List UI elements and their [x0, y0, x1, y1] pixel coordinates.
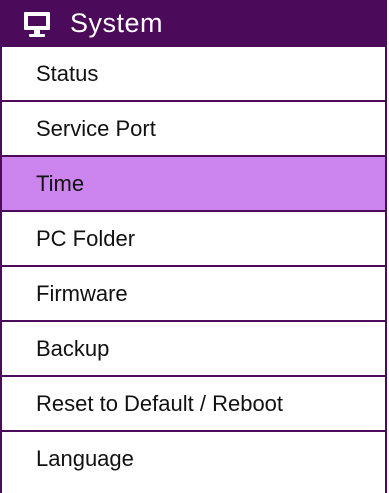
menu-item-label: Reset to Default / Reboot — [36, 390, 284, 416]
menu-item-reset-reboot[interactable]: Reset to Default / Reboot — [2, 377, 385, 432]
monitor-icon — [22, 10, 52, 38]
menu-item-label: Backup — [36, 335, 110, 361]
menu-item-service-port[interactable]: Service Port — [2, 102, 385, 157]
menu-item-firmware[interactable]: Firmware — [2, 267, 385, 322]
menu-item-time[interactable]: Time — [2, 157, 385, 212]
menu-item-pc-folder[interactable]: PC Folder — [2, 212, 385, 267]
menu-item-backup[interactable]: Backup — [2, 322, 385, 377]
menu-item-label: Language — [36, 446, 134, 471]
menu-item-status[interactable]: Status — [2, 47, 385, 102]
menu-item-label: Status — [36, 60, 99, 86]
system-header: System — [2, 0, 385, 47]
menu-item-language[interactable]: Language — [2, 432, 385, 486]
menu-item-label: Service Port — [36, 115, 156, 141]
menu-item-label: Time — [36, 170, 85, 196]
system-menu-list: Status Service Port Time PC Folder Firmw… — [2, 47, 385, 486]
menu-item-label: Firmware — [36, 280, 128, 306]
system-menu-panel: System Status Service Port Time PC Folde… — [0, 0, 387, 493]
system-title: System — [70, 8, 164, 38]
menu-item-label: PC Folder — [36, 225, 136, 251]
